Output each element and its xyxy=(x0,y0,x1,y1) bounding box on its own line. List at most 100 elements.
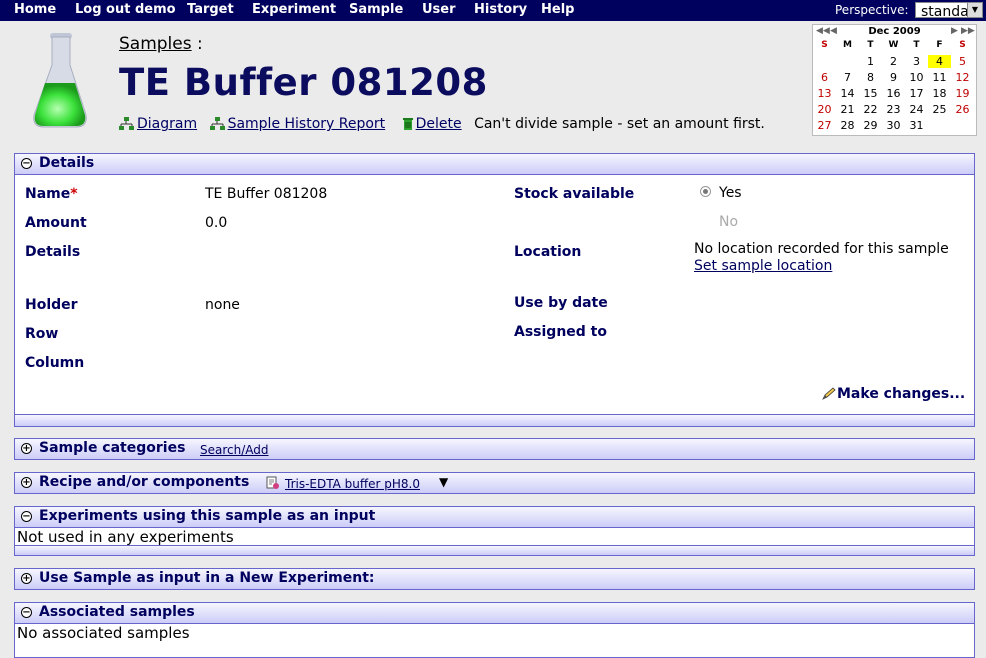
calendar-day[interactable]: 18 xyxy=(928,87,951,100)
experiments-footer xyxy=(15,545,974,555)
calendar-day[interactable]: 2 xyxy=(882,55,905,68)
details-panel: − Details Name* TE Buffer 081208 Amount … xyxy=(14,153,975,427)
calendar-day[interactable]: 29 xyxy=(859,119,882,132)
details-header: − Details xyxy=(15,154,974,175)
column-label: Column xyxy=(25,355,85,371)
details-footer xyxy=(15,414,974,426)
expand-icon[interactable]: + xyxy=(21,573,32,584)
name-value: TE Buffer 081208 xyxy=(205,186,328,202)
name-label: Name* xyxy=(25,186,78,202)
set-location-link[interactable]: Set sample location xyxy=(694,258,832,274)
calendar-day[interactable]: 27 xyxy=(813,119,836,132)
nav-experiment[interactable]: Experiment xyxy=(252,2,336,17)
calendar-weekday: S xyxy=(959,40,966,50)
next-month-icon[interactable]: ▶ xyxy=(951,26,958,36)
stock-available-label: Stock available xyxy=(514,186,635,202)
recipe-header: + Recipe and/or components Tris-EDTA buf… xyxy=(15,473,974,493)
perspective-select[interactable]: standard ▼ xyxy=(915,2,983,20)
calendar-day[interactable]: 8 xyxy=(859,71,882,84)
calendar-day[interactable]: 26 xyxy=(951,103,974,116)
diagram-link[interactable]: Diagram xyxy=(137,116,197,132)
nav-target[interactable]: Target xyxy=(187,2,234,17)
next-year-icon[interactable]: ▶▶ xyxy=(961,26,975,36)
experiments-panel: − Experiments using this sample as an in… xyxy=(14,506,975,556)
nav-user[interactable]: User xyxy=(422,2,456,17)
make-changes-button[interactable]: Make changes... xyxy=(821,383,965,402)
calendar-widget: ◀◀ ◀ Dec 2009 ▶ ▶▶ S M T W T F S 1 2 3 4 5 6 7 8 9 10 11 1… xyxy=(812,24,977,136)
divide-warning-text: Can't divide sample - set an amount firs… xyxy=(474,116,765,132)
associated-samples-header: − Associated samples xyxy=(15,603,974,624)
delete-link[interactable]: Delete xyxy=(416,116,462,132)
location-value: No location recorded for this sample xyxy=(694,241,949,257)
amount-value: 0.0 xyxy=(205,215,228,231)
assigned-to-label: Assigned to xyxy=(514,324,607,340)
use-by-date-label: Use by date xyxy=(514,295,608,311)
calendar-day[interactable]: 4 xyxy=(928,55,951,68)
search-add-link[interactable]: Search/Add xyxy=(200,443,269,457)
calendar-day[interactable]: 5 xyxy=(951,55,974,68)
calendar-day[interactable]: 16 xyxy=(882,87,905,100)
calendar-day[interactable]: 31 xyxy=(905,119,928,132)
calendar-weekday: T xyxy=(867,40,874,50)
page-title: TE Buffer 081208 xyxy=(119,61,488,104)
history-report-link[interactable]: Sample History Report xyxy=(228,116,386,132)
recipe-icon xyxy=(266,476,279,489)
nav-logout[interactable]: Log out demo xyxy=(75,2,176,17)
stock-no-label: No xyxy=(719,214,739,230)
collapse-icon[interactable]: − xyxy=(21,607,32,618)
calendar-day[interactable]: 17 xyxy=(905,87,928,100)
experiments-empty-text: Not used in any experiments xyxy=(17,528,234,546)
recipe-link[interactable]: Tris-EDTA buffer pH8.0 xyxy=(285,477,420,491)
breadcrumb: Samples : xyxy=(119,34,203,54)
expand-icon[interactable]: + xyxy=(21,477,32,488)
trash-icon xyxy=(402,118,413,130)
details-title: Details xyxy=(39,155,95,171)
recipe-panel: + Recipe and/or components Tris-EDTA buf… xyxy=(14,472,975,494)
expand-icon[interactable]: + xyxy=(21,443,32,454)
collapse-icon[interactable]: − xyxy=(21,511,32,522)
recipe-dropdown-icon[interactable]: ▼ xyxy=(439,475,448,489)
calendar-day[interactable]: 22 xyxy=(859,103,882,116)
calendar-day[interactable]: 28 xyxy=(836,119,859,132)
pencil-icon xyxy=(822,386,836,400)
nav-sample[interactable]: Sample xyxy=(349,2,403,17)
calendar-day[interactable]: 1 xyxy=(859,55,882,68)
sample-categories-title: Sample categories xyxy=(39,440,186,456)
stock-yes-radio[interactable] xyxy=(700,186,711,197)
calendar-weekday: T xyxy=(913,40,920,50)
nav-history[interactable]: History xyxy=(474,2,527,17)
calendar-day[interactable]: 14 xyxy=(836,87,859,100)
calendar-day[interactable]: 6 xyxy=(813,71,836,84)
collapse-icon[interactable]: − xyxy=(21,158,32,169)
top-nav-bar: Home Log out demo Target Experiment Samp… xyxy=(0,0,986,21)
calendar-day[interactable]: 10 xyxy=(905,71,928,84)
nav-help[interactable]: Help xyxy=(541,2,574,17)
calendar-day[interactable]: 21 xyxy=(836,103,859,116)
calendar-day[interactable]: 25 xyxy=(928,103,951,116)
calendar-day[interactable]: 3 xyxy=(905,55,928,68)
calendar-day[interactable]: 15 xyxy=(859,87,882,100)
calendar-day[interactable]: 11 xyxy=(928,71,951,84)
calendar-weekday: W xyxy=(888,40,899,50)
calendar-day[interactable]: 13 xyxy=(813,87,836,100)
diagram-icon xyxy=(119,117,134,130)
breadcrumb-samples-link[interactable]: Samples xyxy=(119,34,192,54)
action-bar: Diagram Sample History Report Delete Can… xyxy=(119,116,765,132)
calendar-day[interactable]: 9 xyxy=(882,71,905,84)
calendar-day[interactable]: 23 xyxy=(882,103,905,116)
holder-label: Holder xyxy=(25,297,78,313)
new-experiment-panel: + Use Sample as input in a New Experimen… xyxy=(14,568,975,590)
stock-yes-label: Yes xyxy=(719,185,742,201)
row-label: Row xyxy=(25,326,59,342)
nav-home[interactable]: Home xyxy=(14,2,56,17)
calendar-day[interactable]: 7 xyxy=(836,71,859,84)
associated-samples-empty-text: No associated samples xyxy=(17,624,190,642)
calendar-day[interactable]: 19 xyxy=(951,87,974,100)
calendar-day[interactable]: 30 xyxy=(882,119,905,132)
flask-icon xyxy=(33,33,87,128)
new-experiment-header: + Use Sample as input in a New Experimen… xyxy=(15,569,974,589)
calendar-day[interactable]: 12 xyxy=(951,71,974,84)
calendar-day[interactable]: 24 xyxy=(905,103,928,116)
associated-samples-panel: − Associated samples No associated sampl… xyxy=(14,602,975,658)
calendar-day[interactable]: 20 xyxy=(813,103,836,116)
